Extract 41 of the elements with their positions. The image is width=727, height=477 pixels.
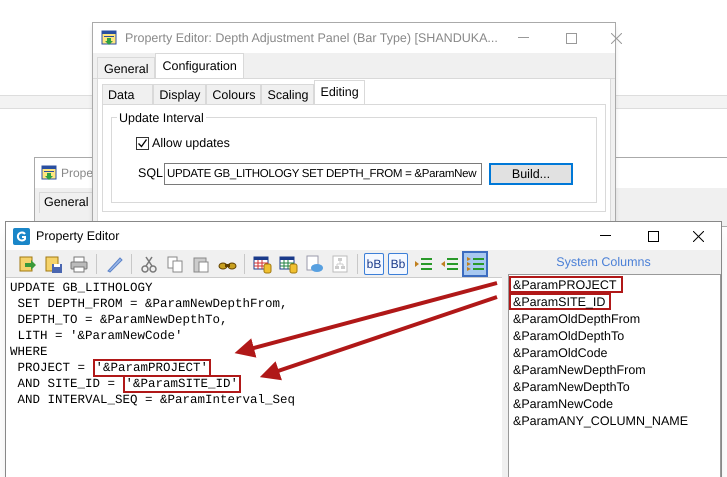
tab[interactable]: Scaling xyxy=(261,84,314,104)
list-item[interactable]: &ParamOldDepthFrom xyxy=(509,310,646,327)
list-item[interactable]: &ParamANY_COLUMN_NAME xyxy=(509,412,694,429)
code-line: SET DEPTH_FROM = &ParamNewDepthFrom, xyxy=(16,296,288,312)
column-list[interactable]: &ParamPROJECT &ParamSITE_ID &ParamOldDepthFrom &ParamOldDepthTo &ParamOldCode &ParamNewDepthFrom &ParamNewDepthTo &ParamNewCode &ParamANY_COLUMN_NAME xyxy=(508,274,721,477)
tab[interactable]: Editing xyxy=(314,80,365,104)
maximize-icon[interactable] xyxy=(648,230,659,242)
list-item[interactable]: &ParamOldDepthTo xyxy=(509,327,630,344)
code-line: AND INTERVAL_SEQ = &ParamInterval_Seq xyxy=(16,392,296,408)
sql-label: SQL xyxy=(138,165,164,182)
code-line: DEPTH_TO = &ParamNewDepthTo, xyxy=(16,312,228,328)
window-title: Property Editor: Depth Adjustment Panel (Bar Type) [SHANDUKA... xyxy=(125,30,498,47)
app-icon xyxy=(41,165,57,181)
allow-updates-checkbox[interactable] xyxy=(136,136,149,150)
list-item[interactable]: &ParamNewDepthFrom xyxy=(509,361,652,378)
case-button[interactable]: Bb xyxy=(388,252,408,274)
sql-editor[interactable] xyxy=(6,278,502,477)
list-item[interactable]: &ParamNewDepthTo xyxy=(509,378,636,395)
tab[interactable]: Configuration xyxy=(155,53,244,78)
window-title: Prope xyxy=(61,165,94,182)
window-title: Property Editor xyxy=(36,228,120,245)
tab[interactable]: Display xyxy=(153,84,206,104)
code-line: WHERE xyxy=(10,344,48,360)
sql-field[interactable]: UPDATE GB_LITHOLOGY SET DEPTH_FROM = &ParamNew xyxy=(164,162,482,185)
g-logo-icon xyxy=(13,228,30,244)
panel-header: System Columns xyxy=(555,254,652,271)
tab[interactable]: General xyxy=(97,57,156,78)
tab[interactable]: Data xyxy=(102,84,154,104)
code-line: LITH = '&ParamNewCode' xyxy=(16,328,183,344)
list-item[interactable]: &ParamPROJECT xyxy=(509,276,622,293)
case-button[interactable]: bB xyxy=(364,252,384,274)
checkbox-label: Allow updates xyxy=(152,135,230,152)
build-button[interactable]: Build... xyxy=(489,162,573,185)
close-icon[interactable] xyxy=(693,230,704,242)
list-item[interactable]: &ParamNewCode xyxy=(509,395,620,412)
list-item[interactable]: &ParamSITE_ID xyxy=(509,293,612,310)
app-icon xyxy=(101,30,117,46)
code-line: UPDATE GB_LITHOLOGY xyxy=(10,280,153,296)
list-item[interactable]: &ParamOldCode xyxy=(509,344,614,361)
minimize-icon[interactable] xyxy=(600,235,611,237)
tab[interactable]: Colours xyxy=(206,84,262,104)
